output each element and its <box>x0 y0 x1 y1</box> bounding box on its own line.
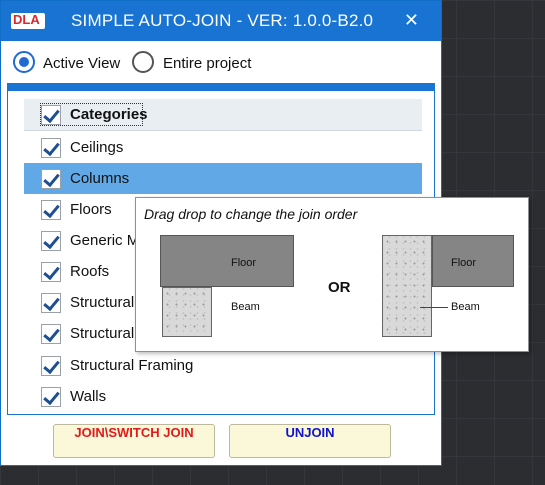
title-bar[interactable]: DLA SIMPLE AUTO-JOIN - VER: 1.0.0-B2.0 ✕ <box>1 1 441 41</box>
list-item-label: Roofs <box>70 263 110 280</box>
window-title: SIMPLE AUTO-JOIN - VER: 1.0.0-B2.0 <box>71 11 374 30</box>
checkbox[interactable] <box>41 293 61 313</box>
category-header-label: Categories <box>70 106 148 123</box>
checkbox[interactable] <box>41 231 61 251</box>
list-header-bar <box>7 83 435 91</box>
list-item-label: Columns <box>70 170 130 187</box>
radio-active-view-label[interactable]: Active View <box>43 55 120 72</box>
list-item-label: Structural Framing <box>70 357 194 374</box>
radio-entire-project-label[interactable]: Entire project <box>163 55 251 72</box>
list-item[interactable]: Walls <box>24 381 422 412</box>
category-header-row[interactable]: Categories <box>24 99 422 131</box>
list-item-label: Structural <box>70 325 135 342</box>
list-item-label: Walls <box>70 388 107 405</box>
checkbox[interactable] <box>41 169 61 189</box>
checkbox[interactable] <box>41 138 61 158</box>
or-label: OR <box>328 279 351 296</box>
beam-label: Beam <box>451 301 480 313</box>
list-item-label: Floors <box>70 201 112 218</box>
drag-drop-tooltip: Drag drop to change the join order Floor… <box>135 197 529 352</box>
checkbox[interactable] <box>41 356 61 376</box>
close-icon[interactable]: ✕ <box>404 10 419 31</box>
join-switch-button[interactable]: JOIN\SWITCH JOIN <box>53 424 215 458</box>
radio-active-view[interactable] <box>13 51 35 73</box>
unjoin-button[interactable]: UNJOIN <box>229 424 391 458</box>
leader-line <box>420 307 448 308</box>
tooltip-text: Drag drop to change the join order <box>144 206 358 222</box>
list-item-label: Structural <box>70 294 135 311</box>
list-item[interactable]: Columns <box>24 163 422 194</box>
list-item[interactable]: Ceilings <box>24 132 422 163</box>
list-item-label: Ceilings <box>70 139 124 156</box>
floor-block-diagram <box>160 235 294 287</box>
checkbox[interactable] <box>41 262 61 282</box>
radio-entire-project[interactable] <box>132 51 154 73</box>
beam-block-diagram <box>162 287 212 337</box>
checkbox[interactable] <box>41 200 61 220</box>
beam-block-diagram <box>382 235 432 337</box>
list-item-label: Generic M <box>70 232 140 249</box>
floor-label: Floor <box>231 257 257 269</box>
scope-selector: Active View Entire project <box>1 47 441 79</box>
beam-label: Beam <box>231 301 260 313</box>
checkbox[interactable] <box>41 387 61 407</box>
list-item[interactable]: Structural Framing <box>24 350 422 381</box>
logo-text: DLA <box>13 12 40 27</box>
floor-label: Floor <box>451 257 477 269</box>
checkbox[interactable] <box>41 324 61 344</box>
